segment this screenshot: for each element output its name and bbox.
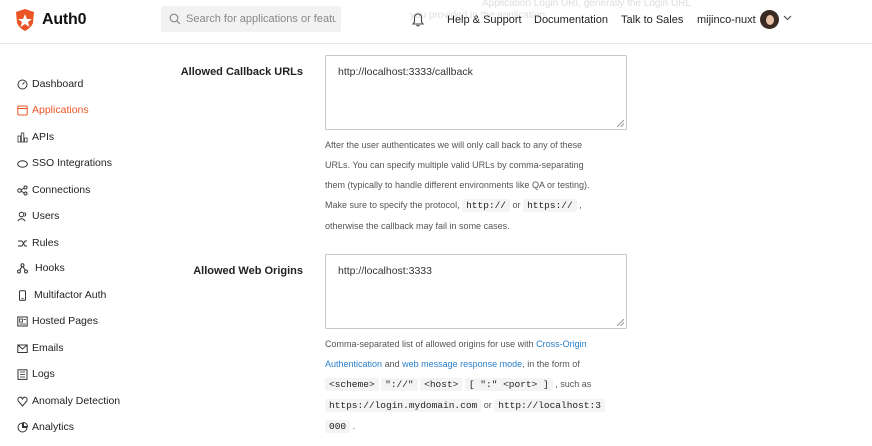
sidebar-item-sso[interactable]: SSO Integrations <box>17 157 112 169</box>
callback-urls-label: Allowed Callback URLs <box>180 66 303 78</box>
emails-icon <box>17 344 28 353</box>
sso-icon <box>17 159 28 168</box>
help-support-link[interactable]: Help & Support <box>447 14 522 26</box>
username[interactable]: mijinco-nuxt <box>697 14 756 26</box>
search-input[interactable] <box>186 13 336 25</box>
sidebar-item-mfa[interactable]: Multifactor Auth <box>17 289 106 301</box>
web-origins-label: Allowed Web Origins <box>193 265 303 277</box>
web-origins-help-text: Comma-separated list of allowed origins … <box>325 334 625 437</box>
resize-handle-icon[interactable] <box>617 319 624 326</box>
dashboard-icon <box>17 79 28 89</box>
sidebar-item-apis[interactable]: APIs <box>17 131 54 143</box>
sidebar-item-connections[interactable]: Connections <box>17 184 90 196</box>
cross-origin-link-cont[interactable]: Authentication <box>325 359 382 369</box>
sidebar-item-analytics[interactable]: Analytics <box>17 421 74 433</box>
brand-name: Auth0 <box>42 11 87 28</box>
logs-icon <box>17 368 28 380</box>
sidebar-item-users[interactable]: Users <box>17 210 59 222</box>
cross-origin-link[interactable]: Cross-Origin <box>536 339 587 349</box>
sidebar-item-rules[interactable]: Rules <box>17 237 59 249</box>
connections-icon <box>17 185 28 195</box>
auth0-logo[interactable]: Auth0 <box>14 8 87 32</box>
analytics-icon <box>17 421 28 432</box>
sidebar-item-hooks[interactable]: Hooks <box>17 262 65 274</box>
users-icon <box>17 211 27 221</box>
applications-icon <box>17 105 28 115</box>
sidebar-item-anomaly-detection[interactable]: Anomaly Detection <box>17 395 120 407</box>
sidebar-item-emails[interactable]: Emails <box>17 342 64 354</box>
hosted-pages-icon <box>17 316 28 326</box>
sidebar-item-logs[interactable]: Logs <box>17 368 55 380</box>
protocol-https-code: https:// <box>523 199 577 212</box>
callback-help-text: After the user authenticates we will onl… <box>325 140 590 231</box>
sidebar-item-applications[interactable]: Applications <box>17 104 89 116</box>
documentation-link[interactable]: Documentation <box>534 14 608 26</box>
anomaly-icon <box>17 396 28 407</box>
sidebar: Dashboard Applications APIs SSO Integrat… <box>0 44 160 446</box>
web-message-response-link[interactable]: web message response mode <box>402 359 522 369</box>
sidebar-item-hosted-pages[interactable]: Hosted Pages <box>17 315 98 327</box>
chevron-down-icon[interactable] <box>783 13 792 22</box>
sidebar-item-dashboard[interactable]: Dashboard <box>17 78 83 90</box>
rules-icon <box>18 240 27 246</box>
top-bar: Auth0 Application Login URI, generally t… <box>0 0 872 44</box>
hooks-icon <box>17 262 28 273</box>
search-box[interactable] <box>161 6 341 32</box>
callback-urls-field[interactable]: http://localhost:3333/callback <box>325 55 627 130</box>
search-icon <box>169 13 181 25</box>
notification-bell-icon[interactable] <box>412 13 424 27</box>
talk-to-sales-link[interactable]: Talk to Sales <box>621 14 683 26</box>
protocol-http-code: http:// <box>462 199 511 212</box>
avatar[interactable] <box>760 10 779 29</box>
auth0-shield-icon <box>16 9 34 31</box>
apis-icon <box>17 132 28 142</box>
mfa-icon <box>19 289 26 301</box>
resize-handle-icon[interactable] <box>617 120 624 127</box>
web-origins-field[interactable]: http://localhost:3333 <box>325 254 627 329</box>
